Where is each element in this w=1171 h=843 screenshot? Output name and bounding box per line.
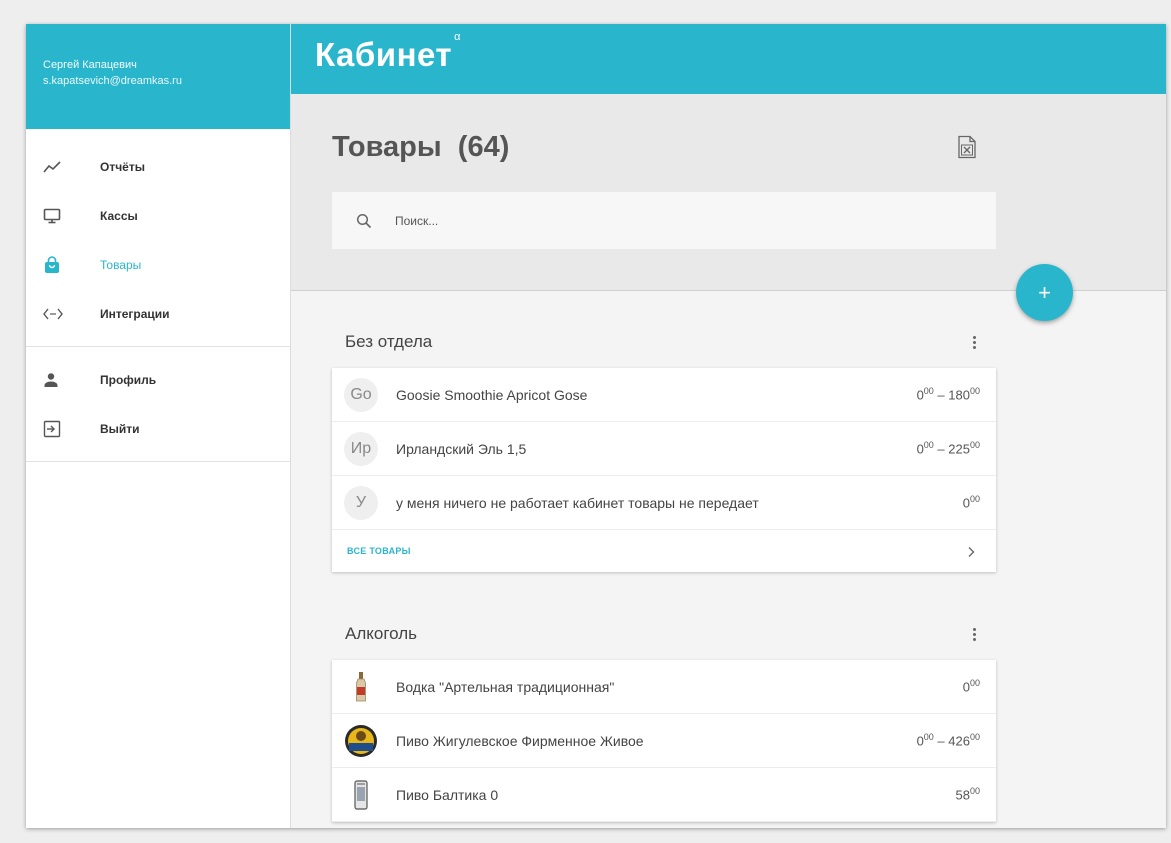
sidebar-item-profile[interactable]: Профиль <box>26 355 290 404</box>
all-products-link[interactable]: ВСЕ ТОВАРЫ <box>332 530 996 572</box>
brand-name: Кабинет <box>315 36 453 73</box>
sidebar-item-logout[interactable]: Выйти <box>26 404 290 453</box>
shopping-bag-icon <box>26 255 100 274</box>
user-name: Сергей Капацевич <box>43 59 137 71</box>
brand-alpha-badge: α <box>454 31 461 43</box>
product-row[interactable]: Go Goosie Smoothie Apricot Gose 000 – 18… <box>332 368 996 422</box>
product-price: 5800 <box>955 786 980 803</box>
can-thumbnail <box>344 778 378 812</box>
product-row[interactable]: Ир Ирландский Эль 1,5 000 – 22500 <box>332 422 996 476</box>
search-input[interactable] <box>395 213 955 228</box>
main-nav: Отчёты Кассы Товары Интеграции Профиль В… <box>26 129 290 462</box>
product-avatar: У <box>344 485 378 520</box>
nav-divider <box>26 461 290 462</box>
product-count: (64) <box>457 131 510 163</box>
products-card: Go Goosie Smoothie Apricot Gose 000 – 18… <box>332 368 996 572</box>
department-section: Алкоголь Водка "Артельная традиционная" … <box>332 608 996 822</box>
exit-icon <box>26 420 100 438</box>
search-bar <box>332 192 996 249</box>
nav-divider <box>26 346 290 347</box>
product-name: Пиво Жигулевское Фирменное Живое <box>396 732 644 749</box>
product-row[interactable]: Водка "Артельная традиционная" 000 <box>332 660 996 714</box>
department-section: Без отдела Go Goosie Smoothie Apricot Go… <box>332 316 996 572</box>
chart-line-icon <box>26 160 100 174</box>
sidebar-item-reports[interactable]: Отчёты <box>26 142 290 191</box>
sidebar-item-registers[interactable]: Кассы <box>26 191 290 240</box>
product-name: у меня ничего не работает кабинет товары… <box>396 494 759 511</box>
product-row[interactable]: Пиво Балтика 0 5800 <box>332 768 996 822</box>
sidebar: Сергей Капацевич s.kapatsevich@dreamkas.… <box>26 24 291 828</box>
add-product-button[interactable]: + <box>1016 264 1073 321</box>
product-price: 000 – 42600 <box>916 732 980 749</box>
section-title: Алкоголь <box>345 624 418 643</box>
product-price: 000 <box>962 678 980 695</box>
brand-logo[interactable]: Кабинет α <box>315 31 461 74</box>
sidebar-item-label: Выйти <box>100 421 140 436</box>
user-email: s.kapatsevich@dreamkas.ru <box>43 75 182 87</box>
section-header: Без отдела <box>332 316 996 368</box>
product-price: 000 <box>962 494 980 511</box>
page-title: Товары (64) <box>332 131 509 164</box>
more-vert-icon[interactable] <box>966 624 982 644</box>
product-row[interactable]: Пиво Жигулевское Фирменное Живое 000 – 4… <box>332 714 996 768</box>
more-vert-icon[interactable] <box>966 332 982 352</box>
product-avatar: Ир <box>344 431 378 466</box>
person-icon <box>26 372 100 388</box>
chevron-right-icon <box>966 545 976 557</box>
sidebar-item-integrations[interactable]: Интеграции <box>26 289 290 338</box>
product-name: Goosie Smoothie Apricot Gose <box>396 386 588 403</box>
product-name: Ирландский Эль 1,5 <box>396 440 527 457</box>
page-header: Товары (64) <box>291 94 1166 291</box>
section-title: Без отдела <box>345 332 433 351</box>
sidebar-item-products[interactable]: Товары <box>26 240 290 289</box>
beer-label-thumbnail <box>344 724 378 758</box>
all-products-label: ВСЕ ТОВАРЫ <box>347 546 411 556</box>
sidebar-item-label: Профиль <box>100 372 157 387</box>
app-window: Сергей Капацевич s.kapatsevich@dreamkas.… <box>26 24 1166 828</box>
sidebar-item-label: Отчёты <box>100 159 145 174</box>
top-bar: Кабинет α <box>291 24 1166 94</box>
sidebar-item-label: Интеграции <box>100 306 170 321</box>
product-price: 000 – 22500 <box>916 440 980 457</box>
product-price: 000 – 18000 <box>916 386 980 403</box>
user-info: Сергей Капацевич s.kapatsevich@dreamkas.… <box>26 24 290 129</box>
sidebar-item-label: Товары <box>100 257 142 272</box>
excel-export-icon[interactable] <box>956 135 978 159</box>
bottle-thumbnail <box>344 670 378 704</box>
section-header: Алкоголь <box>332 608 996 660</box>
products-card: Водка "Артельная традиционная" 000 Пиво … <box>332 660 996 822</box>
product-avatar: Go <box>344 377 378 412</box>
page-title-text: Товары <box>332 131 442 163</box>
product-name: Пиво Балтика 0 <box>396 786 499 803</box>
code-icon <box>26 308 100 320</box>
monitor-icon <box>26 208 100 224</box>
product-name: Водка "Артельная традиционная" <box>396 678 615 695</box>
search-icon <box>332 213 395 229</box>
sidebar-item-label: Кассы <box>100 208 138 223</box>
product-row[interactable]: У у меня ничего не работает кабинет това… <box>332 476 996 530</box>
